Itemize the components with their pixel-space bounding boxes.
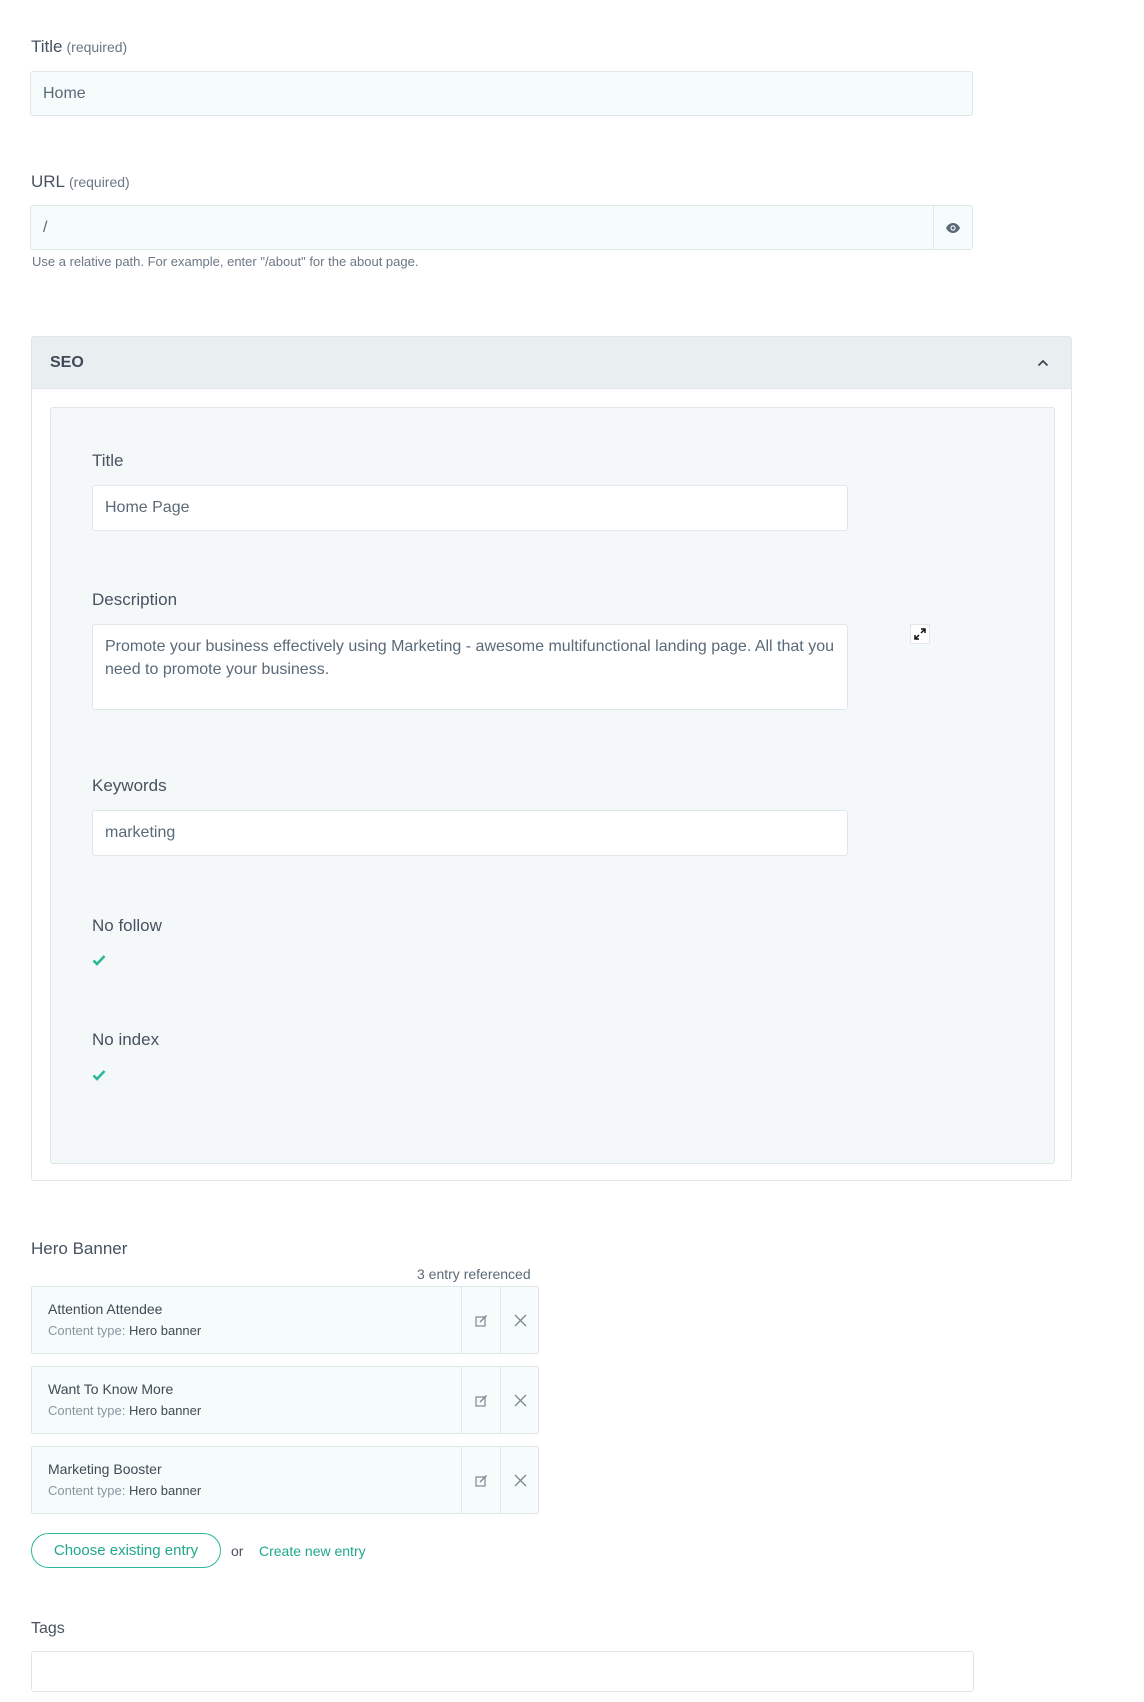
reference-content-type: Content type: Hero banner <box>48 1323 201 1338</box>
checkmark-icon <box>92 1070 106 1081</box>
content-type-value: Hero banner <box>128 1403 202 1418</box>
url-required-hint: (required) <box>69 174 130 190</box>
seo-description-textarea[interactable]: Promote your business effectively using … <box>92 624 848 710</box>
checkmark-icon <box>92 955 106 966</box>
reference-card[interactable]: Attention Attendee Content type: Hero ba… <box>31 1286 539 1354</box>
edit-entry-button[interactable] <box>461 1287 501 1353</box>
content-type-label: Content type: <box>48 1323 126 1338</box>
no-follow-checkbox[interactable] <box>92 953 110 969</box>
reference-content-type: Content type: Hero banner <box>48 1483 201 1498</box>
seo-keywords-label: Keywords <box>92 776 167 795</box>
create-new-entry-link[interactable]: Create new entry <box>259 1543 366 1559</box>
content-type-label: Content type: <box>48 1483 126 1498</box>
seo-description-label: Description <box>92 590 178 609</box>
edit-icon <box>475 1314 487 1327</box>
or-separator: or <box>231 1543 244 1559</box>
seo-title-value: Home Page <box>105 499 190 516</box>
reference-title: Want To Know More <box>48 1381 174 1397</box>
reference-card[interactable]: Marketing Booster Content type: Hero ban… <box>31 1446 539 1514</box>
title-label-text: Title <box>31 37 63 56</box>
no-index-label: No index <box>92 1030 160 1049</box>
url-help-text: Use a relative path. For example, enter … <box>32 254 419 269</box>
reference-content-type: Content type: Hero banner <box>48 1403 201 1418</box>
no-index-checkbox[interactable] <box>92 1068 110 1084</box>
edit-entry-button[interactable] <box>461 1367 501 1433</box>
chevron-up-icon[interactable] <box>1033 353 1053 373</box>
choose-existing-entry-button[interactable]: Choose existing entry <box>31 1533 221 1568</box>
title-input[interactable]: Home <box>30 71 973 116</box>
content-type-value: Hero banner <box>128 1323 202 1338</box>
expand-icon[interactable] <box>910 624 930 644</box>
edit-icon <box>475 1474 487 1487</box>
remove-entry-button[interactable] <box>500 1367 540 1433</box>
close-icon <box>514 1474 527 1486</box>
url-input-value: / <box>43 218 48 236</box>
content-type-label: Content type: <box>48 1403 126 1418</box>
seo-title-input[interactable]: Home Page <box>92 485 848 531</box>
reference-title: Attention Attendee <box>48 1301 163 1317</box>
url-input[interactable]: / <box>30 205 973 250</box>
seo-description-value: Promote your business effectively using … <box>105 638 834 678</box>
seo-panel-title: SEO <box>50 353 84 371</box>
content-type-value: Hero banner <box>128 1483 202 1498</box>
seo-keywords-input[interactable]: marketing <box>92 810 848 856</box>
edit-icon <box>475 1394 487 1407</box>
title-label: Title (required) <box>31 37 127 57</box>
remove-entry-button[interactable] <box>500 1287 540 1353</box>
edit-entry-button[interactable] <box>461 1447 501 1513</box>
close-icon <box>514 1394 527 1406</box>
url-preview-button[interactable] <box>933 206 972 249</box>
close-icon <box>514 1314 527 1326</box>
seo-panel-header[interactable]: SEO <box>32 337 1071 389</box>
title-required-hint: (required) <box>66 39 128 55</box>
url-label: URL (required) <box>31 172 130 192</box>
eye-icon <box>946 222 960 233</box>
seo-title-label: Title <box>92 451 124 470</box>
reference-card[interactable]: Want To Know More Content type: Hero ban… <box>31 1366 539 1434</box>
seo-keywords-value: marketing <box>105 824 176 841</box>
entry-count: 3 entry referenced <box>417 1266 531 1282</box>
tags-input[interactable] <box>31 1651 974 1692</box>
tags-label: Tags <box>31 1620 65 1637</box>
hero-banner-label: Hero Banner <box>31 1239 128 1258</box>
title-input-value: Home <box>43 84 86 102</box>
url-label-text: URL <box>31 172 66 191</box>
reference-title: Marketing Booster <box>48 1461 162 1477</box>
remove-entry-button[interactable] <box>500 1447 540 1513</box>
seo-fields-container: Title Home Page Description Promote your… <box>50 407 1055 1164</box>
seo-panel: SEO Title Home Page Description Promote … <box>31 336 1072 1181</box>
no-follow-label: No follow <box>92 916 162 935</box>
